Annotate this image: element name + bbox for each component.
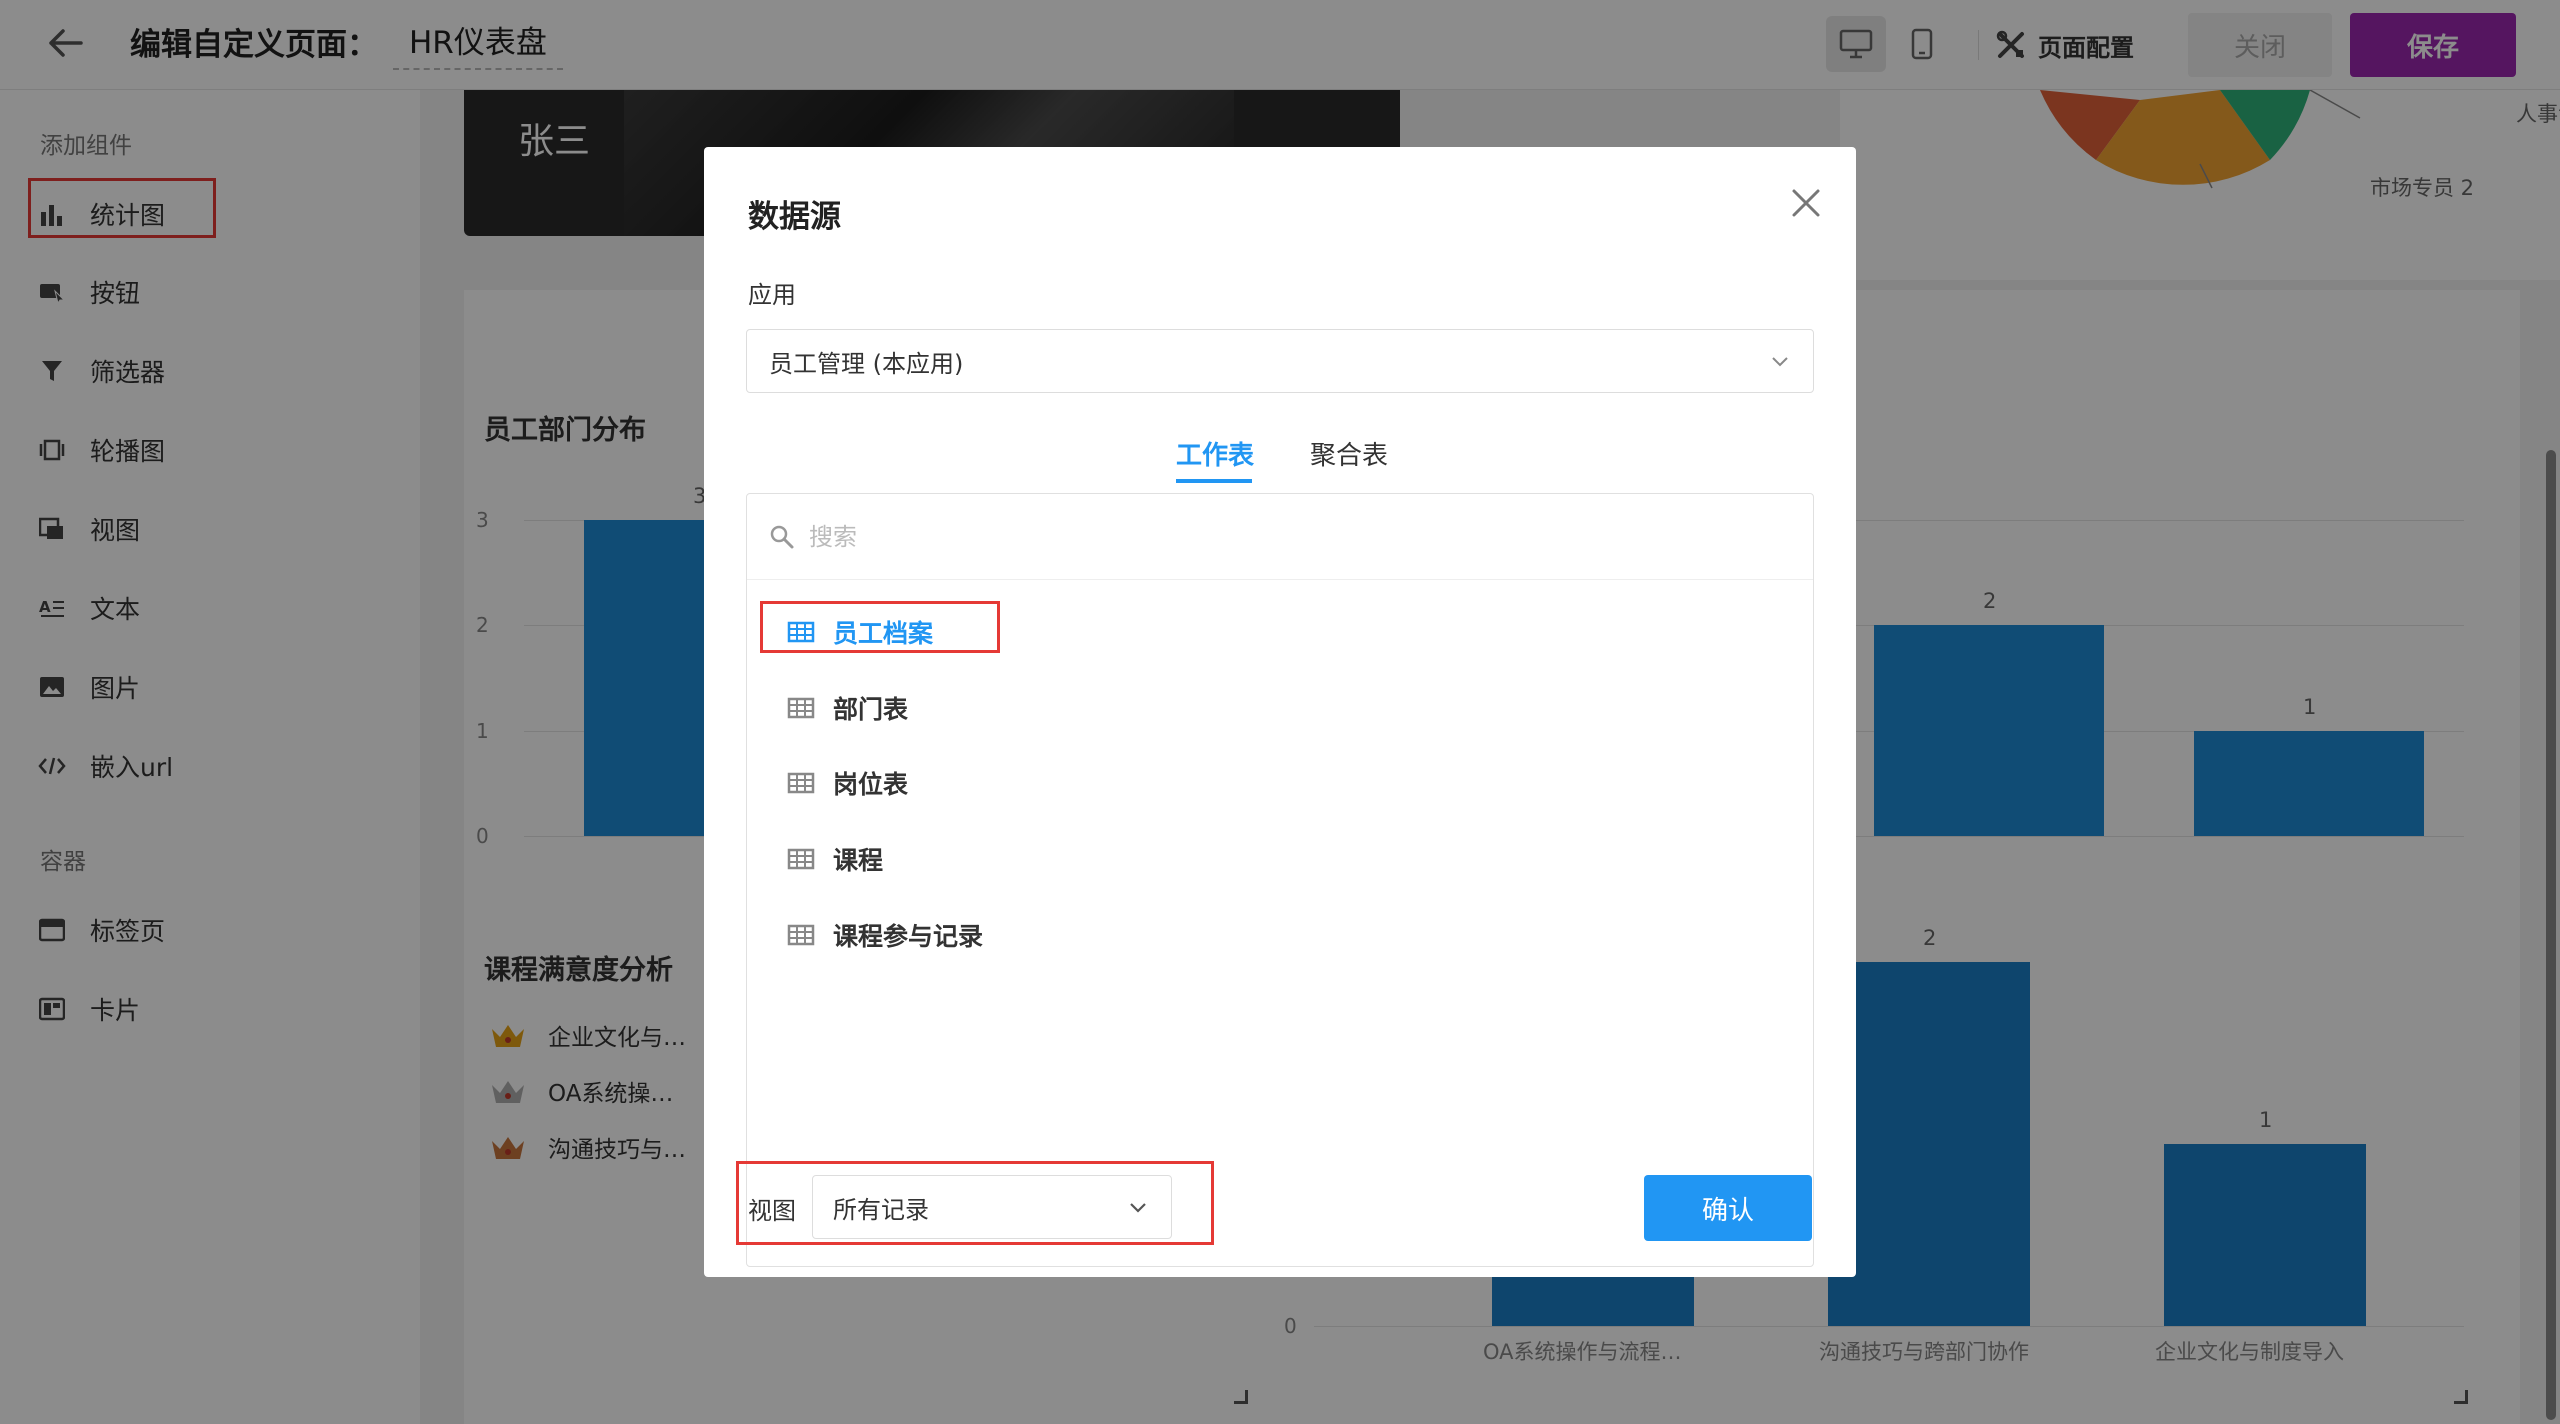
close-icon[interactable] bbox=[1786, 183, 1826, 223]
app-label: 应用 bbox=[748, 281, 796, 309]
sheet-item-label: 岗位表 bbox=[833, 770, 909, 799]
sheet-item-department[interactable]: 部门表 bbox=[787, 688, 908, 728]
confirm-button[interactable]: 确认 bbox=[1644, 1175, 1812, 1241]
table-icon bbox=[787, 772, 815, 794]
table-icon bbox=[787, 848, 815, 870]
data-source-dialog: 数据源 应用 员工管理 (本应用) 工作表 聚合表 员工档案 部门表 岗位表 bbox=[704, 147, 1856, 1277]
highlight-box bbox=[736, 1161, 1214, 1245]
sheet-item-label: 课程参与记录 bbox=[833, 922, 984, 951]
chevron-down-icon bbox=[1772, 357, 1788, 367]
search-row bbox=[747, 494, 1813, 580]
app-select-value: 员工管理 (本应用) bbox=[769, 349, 964, 378]
sheet-item-course-record[interactable]: 课程参与记录 bbox=[787, 915, 983, 955]
app-select[interactable]: 员工管理 (本应用) bbox=[746, 329, 1814, 393]
tab-aggregate[interactable]: 聚合表 bbox=[1310, 435, 1388, 472]
sheet-item-position[interactable]: 岗位表 bbox=[787, 763, 908, 803]
tab-underline bbox=[1176, 479, 1252, 483]
tab-label: 工作表 bbox=[1176, 441, 1255, 471]
search-input[interactable] bbox=[809, 522, 1709, 551]
table-icon bbox=[787, 697, 815, 719]
sheet-item-label: 课程 bbox=[833, 846, 884, 875]
highlight-box bbox=[760, 601, 1000, 653]
dialog-title: 数据源 bbox=[748, 199, 841, 235]
sheet-item-course[interactable]: 课程 bbox=[787, 839, 883, 879]
table-icon bbox=[787, 924, 815, 946]
sheet-item-label: 部门表 bbox=[833, 695, 909, 724]
search-icon bbox=[770, 525, 794, 548]
tab-label: 聚合表 bbox=[1310, 441, 1389, 471]
tab-worksheet[interactable]: 工作表 bbox=[1176, 435, 1255, 483]
